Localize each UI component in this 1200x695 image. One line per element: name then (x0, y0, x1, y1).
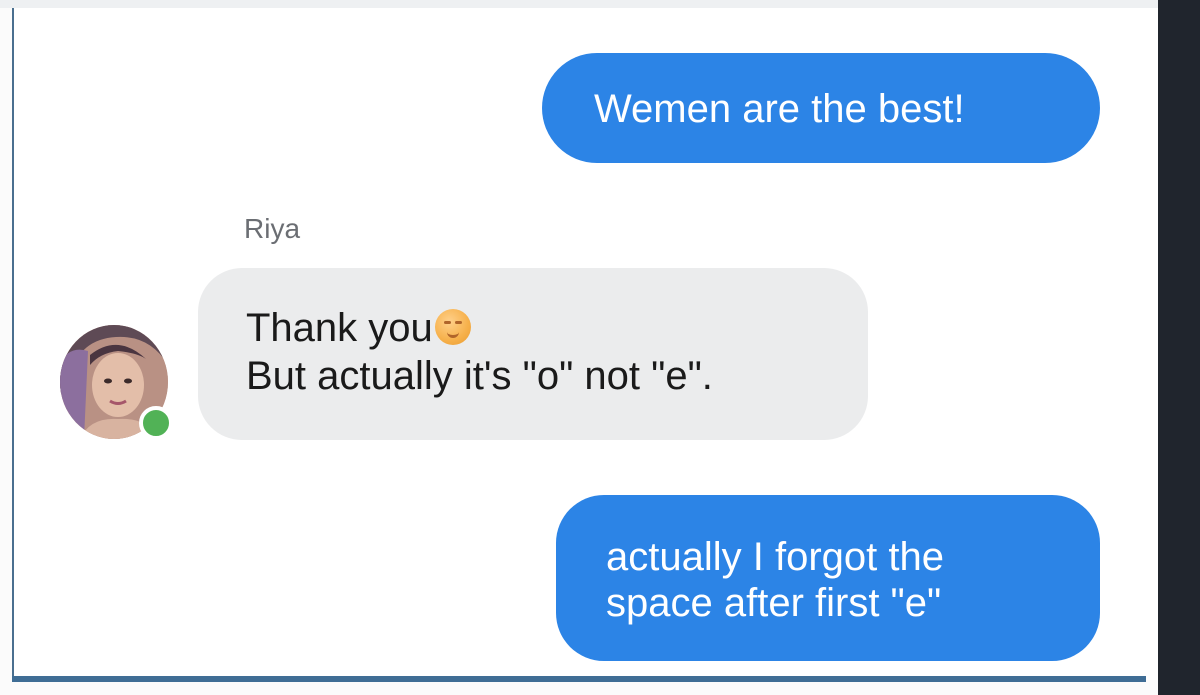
message-line-1: Thank you (246, 304, 868, 352)
incoming-message-bubble[interactable]: Thank you But actually it's "o" not "e". (198, 268, 868, 440)
message-line-1: actually I forgot the (606, 535, 944, 579)
chat-screenshot: Wemen are the best! Riya Thank you But a… (0, 0, 1200, 695)
top-strip (0, 0, 1158, 8)
smiling-face-emoji-icon (434, 309, 471, 345)
message-line-2: space after first "e" (606, 581, 942, 625)
message-text: Wemen are the best! (594, 87, 965, 131)
right-edge-bar (1158, 0, 1200, 695)
outgoing-message-bubble[interactable]: Wemen are the best! (542, 53, 1100, 163)
bottom-divider (12, 676, 1146, 682)
message-line-2: But actually it's "o" not "e". (246, 354, 713, 398)
outgoing-message-bubble[interactable]: actually I forgot the space after first … (556, 495, 1100, 661)
sender-name: Riya (244, 213, 301, 244)
online-status-indicator (139, 406, 173, 440)
message-text: Thank you (246, 306, 433, 350)
